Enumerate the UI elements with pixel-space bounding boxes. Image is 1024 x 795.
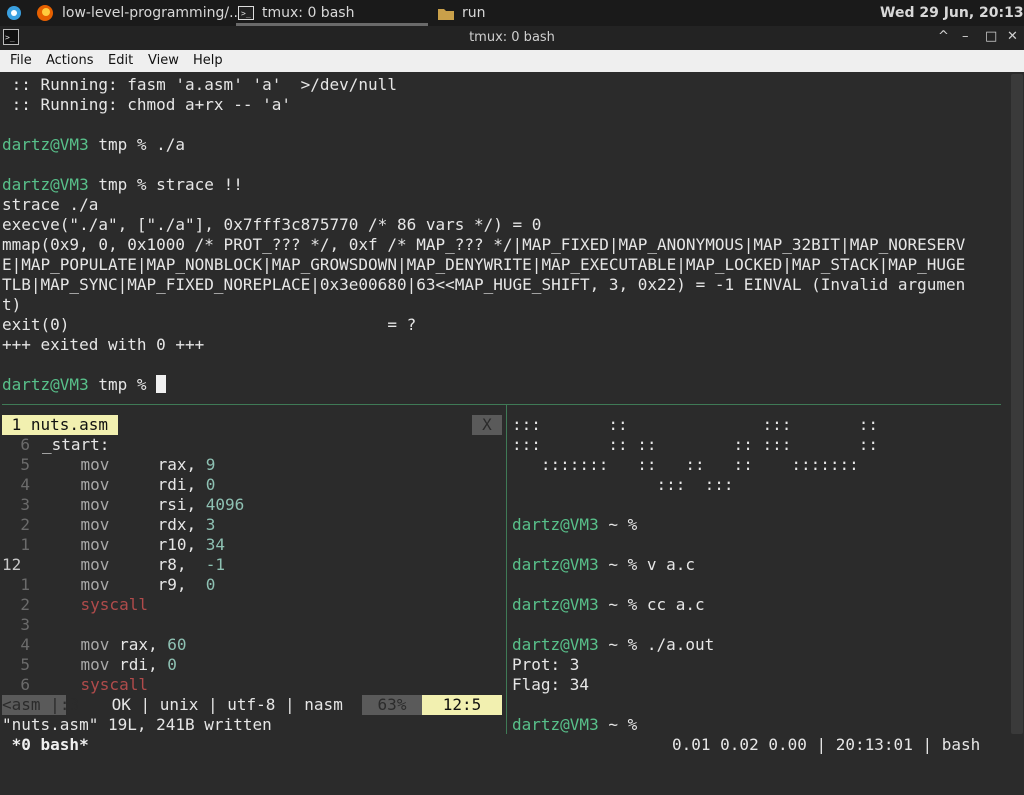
vim-status-position: 12:5 bbox=[422, 695, 502, 715]
vim-line-number: 4 bbox=[20, 635, 30, 654]
close-button[interactable]: ✕ bbox=[1007, 29, 1018, 44]
shell-line: dartz@VM3 ~ % bbox=[512, 515, 638, 534]
app-menu-icon[interactable] bbox=[6, 0, 22, 26]
prompt-command: tmp % ./a bbox=[88, 135, 186, 154]
tmux-statusbar: *0 bash* 0.01 0.02 0.00 | 20:13:01 | bas… bbox=[2, 735, 1008, 755]
vim-line-number: 6 bbox=[20, 675, 30, 694]
pane-separator-vertical[interactable] bbox=[506, 405, 507, 734]
vim-line-number: 1 bbox=[20, 575, 30, 594]
terminal-line: +++ exited with 0 +++ bbox=[2, 335, 205, 354]
shell-line: Flag: 34 bbox=[512, 675, 590, 694]
vim-code-line: syscall bbox=[42, 595, 148, 614]
clock[interactable]: Wed 29 Jun, 20:13 bbox=[880, 0, 1024, 26]
menu-file[interactable]: File bbox=[10, 53, 32, 68]
vim-code-line: mov rax, 9 bbox=[80, 455, 216, 474]
taskbar: low-level-programming/... >_ tmux: 0 bas… bbox=[0, 0, 1024, 26]
menubar: File Actions Edit View Help bbox=[0, 50, 1024, 72]
vim-code-line: mov rsi, 4096 bbox=[80, 495, 245, 514]
shell-line: Prot: 3 bbox=[512, 655, 580, 674]
vim-code-line: mov r10, 34 bbox=[80, 535, 226, 554]
vim-status-percent: 63% bbox=[362, 695, 422, 715]
vim-code-line: mov rdi, 0 bbox=[80, 655, 177, 674]
shell-line: dartz@VM3 ~ % ./a.out bbox=[512, 635, 715, 654]
prompt-user: dartz@VM3 bbox=[2, 375, 89, 394]
terminal-line: exit(0) = ? bbox=[2, 315, 417, 334]
tmux-window-indicator[interactable]: *0 bash* bbox=[2, 735, 89, 755]
ascii-art-line: ::: ::: bbox=[512, 475, 734, 494]
vim-tab-close[interactable]: X bbox=[472, 415, 502, 435]
shell-line: dartz@VM3 ~ % v a.c bbox=[512, 555, 696, 574]
menu-actions[interactable]: Actions bbox=[46, 53, 94, 68]
vim-line-number: 3 bbox=[20, 495, 30, 514]
menu-help[interactable]: Help bbox=[193, 53, 223, 68]
maximize-button[interactable]: □ bbox=[985, 29, 997, 44]
terminal-line: dartz@VM3 tmp % ./a bbox=[2, 135, 185, 155]
vim-code-line: mov rdx, 3 bbox=[80, 515, 216, 534]
vim-line-number: 2 bbox=[20, 595, 30, 614]
ascii-art-line: ::: :: ::: :: bbox=[512, 415, 879, 434]
prompt-user: dartz@VM3 bbox=[2, 175, 89, 194]
vim-line-number: 1 bbox=[20, 535, 30, 554]
vim-tab-active[interactable]: 1 nuts.asm bbox=[2, 415, 118, 435]
shell-line: dartz@VM3 ~ % cc a.c bbox=[512, 595, 705, 614]
vim-code-line: syscall bbox=[42, 675, 148, 694]
shell-line: dartz@VM3 ~ % bbox=[512, 715, 638, 734]
folder-icon[interactable] bbox=[438, 0, 454, 26]
svg-text:>_: >_ bbox=[241, 9, 251, 18]
prompt-command: tmp % bbox=[88, 375, 157, 394]
firefox-task-label[interactable]: low-level-programming/... bbox=[62, 0, 242, 26]
terminal-line: dartz@VM3 tmp % bbox=[2, 375, 167, 395]
vim-line-number: 12 bbox=[2, 555, 22, 574]
terminal-line: dartz@VM3 tmp % strace !! bbox=[2, 175, 243, 195]
vim-status-info: OK | unix | utf-8 | nasm bbox=[102, 695, 353, 714]
vim-line-number: 3 bbox=[20, 615, 30, 634]
vim-code-line: mov rdi, 0 bbox=[80, 475, 216, 494]
terminal-line: :: Running: chmod a+rx -- 'a' bbox=[2, 95, 291, 114]
vim-line-number: 4 bbox=[20, 475, 30, 494]
pane-separator-horizontal[interactable] bbox=[2, 404, 1001, 405]
terminal-line: E|MAP_POPULATE|MAP_NONBLOCK|MAP_GROWSDOW… bbox=[2, 255, 966, 274]
folder-task-label[interactable]: run bbox=[462, 0, 486, 26]
tmux-status-right: 0.01 0.02 0.00 | 20:13:01 | bash bbox=[672, 735, 981, 754]
terminal-line: :: Running: fasm 'a.asm' 'a' >/dev/null bbox=[2, 75, 397, 94]
scrollbar-thumb[interactable] bbox=[1011, 74, 1023, 734]
terminal-line: execve("./a", ["./a"], 0x7fff3c875770 /*… bbox=[2, 215, 542, 234]
vim-code-line: mov r8, -1 bbox=[80, 555, 226, 574]
vim-status-mode: <asm |:3 bbox=[2, 695, 80, 715]
vim-line-number: 5 bbox=[20, 655, 30, 674]
terminal-line: TLB|MAP_SYNC|MAP_FIXED_NOREPLACE|0x3e006… bbox=[2, 275, 966, 294]
firefox-icon[interactable] bbox=[36, 0, 54, 26]
vim-code-line: mov rax, 60 bbox=[80, 635, 187, 654]
vim-line-number: 2 bbox=[20, 515, 30, 534]
vim-message: "nuts.asm" 19L, 241B written bbox=[2, 715, 272, 734]
vim-line-number: 6 bbox=[20, 435, 30, 454]
terminal-cursor bbox=[156, 375, 167, 393]
vim-line-number: 5 bbox=[20, 455, 30, 474]
menu-edit[interactable]: Edit bbox=[108, 53, 133, 68]
prompt-user: dartz@VM3 bbox=[2, 135, 89, 154]
menu-view[interactable]: View bbox=[148, 53, 179, 68]
prompt-command: tmp % strace !! bbox=[88, 175, 243, 194]
vim-code-line: _start: bbox=[42, 435, 110, 454]
terminal-line: t) bbox=[2, 295, 22, 314]
vim-statusline: <asm |:3 OK | unix | utf-8 | nasm 63% 12… bbox=[2, 695, 502, 715]
terminal-line: mmap(0x9, 0, 0x1000 /* PROT_??? */, 0xf … bbox=[2, 235, 966, 254]
ascii-art-line: ::::::: :: :: :: ::::::: bbox=[512, 455, 859, 474]
ascii-art-line: ::: :: :: :: ::: :: bbox=[512, 435, 879, 454]
minimize-button[interactable]: – bbox=[962, 29, 969, 44]
vim-code-line: mov r9, 0 bbox=[80, 575, 216, 594]
window-title: tmux: 0 bash bbox=[469, 30, 555, 45]
terminal-line: strace ./a bbox=[2, 195, 99, 214]
keep-above-button[interactable]: ^ bbox=[938, 29, 949, 44]
window-titlebar[interactable]: >_ tmux: 0 bash ^ – □ ✕ bbox=[0, 26, 1024, 51]
